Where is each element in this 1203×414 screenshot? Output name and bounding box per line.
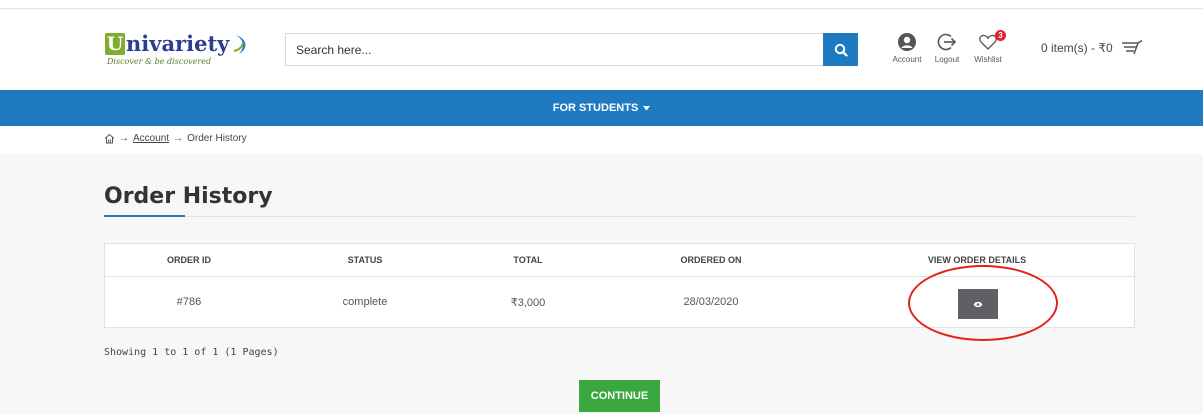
cart-icon — [1121, 40, 1143, 55]
search-icon — [834, 43, 848, 57]
continue-button[interactable]: CONTINUE — [579, 380, 660, 412]
site-logo[interactable]: Univariety Discover & be discovered — [105, 31, 255, 75]
logo-letter: U — [105, 32, 125, 55]
breadcrumb-separator: → — [119, 133, 129, 144]
annotation-circle — [908, 265, 1058, 341]
logo-wordmark: Univariety — [105, 31, 255, 56]
logout-label: Logout — [934, 55, 960, 64]
column-header-view-details: VIEW ORDER DETAILS — [927, 255, 1027, 265]
cell-total: ₹3,000 — [510, 297, 546, 309]
title-divider — [104, 216, 1135, 217]
pagination-info: Showing 1 to 1 of 1 (1 Pages) — [104, 347, 279, 358]
wishlist-label: Wishlist — [974, 55, 1002, 64]
account-label: Account — [892, 55, 922, 64]
caret-down-icon — [643, 105, 651, 110]
search-bar — [285, 33, 858, 66]
account-icon — [898, 33, 916, 51]
breadcrumb-current: Order History — [187, 133, 247, 144]
breadcrumb: → Account → Order History — [104, 133, 247, 144]
logout-link[interactable]: Logout — [930, 32, 964, 64]
cart-summary[interactable]: 0 item(s) - ₹0 — [1041, 40, 1143, 56]
main-nav: FOR STUDENTS — [0, 90, 1203, 126]
column-header-order-id: ORDER ID — [166, 255, 212, 265]
column-header-status: STATUS — [347, 255, 383, 265]
home-icon[interactable] — [104, 133, 115, 144]
breadcrumb-bar: → Account → Order History — [0, 126, 1203, 154]
top-strip — [0, 0, 1203, 9]
cell-status: complete — [342, 296, 388, 308]
logo-swoosh-icon — [234, 34, 246, 54]
search-input[interactable] — [286, 34, 816, 65]
logo-text: nivariety — [126, 31, 230, 56]
nav-item-label: FOR STUDENTS — [552, 102, 639, 114]
column-header-total: TOTAL — [513, 255, 543, 265]
site-header: Univariety Discover & be discovered Acco… — [0, 10, 1203, 90]
cell-order-id: #786 — [176, 296, 202, 308]
logout-icon — [937, 33, 957, 51]
wishlist-count-badge: 3 — [995, 30, 1006, 41]
nav-item-for-students[interactable]: FOR STUDENTS — [553, 102, 651, 114]
page-title: Order History — [104, 184, 273, 209]
wishlist-link[interactable]: 3 Wishlist — [970, 30, 1006, 64]
title-accent-bar — [104, 215, 185, 217]
cart-summary-text: 0 item(s) - ₹0 — [1041, 41, 1113, 55]
logo-tagline: Discover & be discovered — [107, 57, 212, 66]
breadcrumb-account-link[interactable]: Account — [133, 133, 169, 144]
account-link[interactable]: Account — [890, 32, 924, 64]
cell-ordered-on: 28/03/2020 — [683, 296, 739, 308]
column-header-ordered-on: ORDERED ON — [680, 255, 742, 265]
breadcrumb-separator: → — [173, 133, 184, 144]
search-button[interactable] — [823, 33, 858, 66]
